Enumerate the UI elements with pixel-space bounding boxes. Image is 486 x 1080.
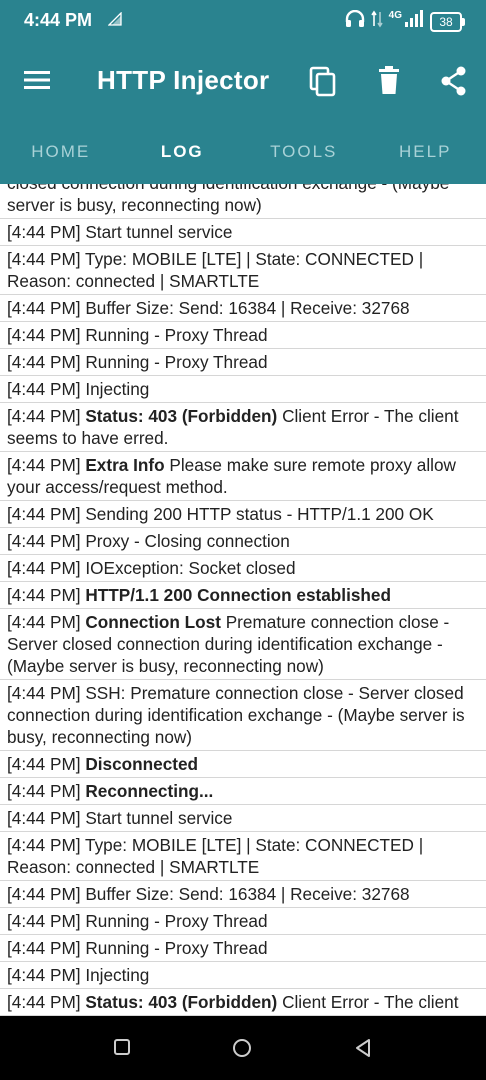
log-entry: [4:44 PM] Running - Proxy Thread	[0, 349, 486, 376]
delete-icon[interactable]	[376, 66, 408, 98]
log-timestamp: [4:44 PM]	[7, 911, 81, 931]
log-entry: [4:44 PM] Start tunnel service	[0, 805, 486, 832]
log-timestamp: [4:44 PM]	[7, 325, 81, 345]
tab-help[interactable]: HELP	[365, 120, 486, 184]
data-arrows-icon	[370, 10, 383, 33]
log-timestamp: [4:44 PM]	[7, 992, 81, 1012]
log-entry: [4:44 PM] Sending 200 HTTP status - HTTP…	[0, 501, 486, 528]
network-type: 4G	[388, 10, 402, 21]
log-highlight: Status: 403 (Forbidden)	[85, 406, 278, 426]
menu-icon[interactable]	[24, 70, 50, 95]
log-timestamp: [4:44 PM]	[7, 298, 81, 318]
log-timestamp: [4:44 PM]	[7, 406, 81, 426]
log-entry: [4:44 PM] Running - Proxy Thread	[0, 935, 486, 962]
log-entry: [4:44 PM] Buffer Size: Send: 16384 | Rec…	[0, 295, 486, 322]
battery-icon: 38	[430, 11, 465, 32]
log-highlight: Status: 403 (Forbidden)	[85, 992, 278, 1012]
log-message: Running - Proxy Thread	[85, 325, 268, 345]
log-highlight: HTTP/1.1 200 Connection established	[85, 585, 391, 605]
log-entry: [4:44 PM] Injecting	[0, 962, 486, 989]
log-message: Client Error - The client	[282, 992, 459, 1012]
status-bar: 4:44 PM 4G 38	[0, 0, 486, 44]
log-timestamp: [4:44 PM]	[7, 612, 81, 632]
log-message: Buffer Size: Send: 16384 | Receive: 3276…	[85, 298, 410, 318]
log-timestamp: [4:44 PM]	[7, 455, 81, 475]
log-message: Start tunnel service	[85, 222, 233, 242]
tab-log[interactable]: LOG	[122, 120, 244, 184]
navigation-bar	[0, 1016, 486, 1080]
log-timestamp: [4:44 PM]	[7, 531, 81, 551]
tab-bar: HOME LOG TOOLS HELP	[0, 120, 486, 184]
tab-tools[interactable]: TOOLS	[243, 120, 365, 184]
log-entry: [4:44 PM] Connection Lost Premature conn…	[0, 609, 486, 680]
log-timestamp: [4:44 PM]	[7, 558, 81, 578]
log-message: Proxy - Closing connection	[85, 531, 290, 551]
log-entry: [4:44 PM] Buffer Size: Send: 16384 | Rec…	[0, 881, 486, 908]
log-entry: [4:44 PM] Running - Proxy Thread	[0, 322, 486, 349]
log-timestamp: [4:44 PM]	[7, 884, 81, 904]
log-message: Running - Proxy Thread	[85, 352, 268, 372]
log-highlight: Reconnecting...	[85, 781, 214, 801]
log-message: closed connection during identification …	[7, 184, 449, 215]
log-timestamp: [4:44 PM]	[7, 938, 81, 958]
status-time: 4:44 PM	[24, 10, 93, 30]
log-timestamp: [4:44 PM]	[7, 585, 81, 605]
log-entry: [4:44 PM] SSH: Premature connection clos…	[0, 680, 486, 751]
log-entry: [4:44 PM] Status: 403 (Forbidden) Client…	[0, 989, 486, 1016]
back-triangle-icon[interactable]	[353, 1038, 373, 1063]
log-timestamp: [4:44 PM]	[7, 808, 81, 828]
log-entry: [4:44 PM] HTTP/1.1 200 Connection establ…	[0, 582, 486, 609]
log-message: Injecting	[85, 379, 150, 399]
log-timestamp: [4:44 PM]	[7, 352, 81, 372]
app-title: HTTP Injector	[97, 65, 270, 95]
copy-icon[interactable]	[308, 66, 340, 98]
log-timestamp: [4:44 PM]	[7, 965, 81, 985]
log-message: Start tunnel service	[85, 808, 233, 828]
log-entry: [4:44 PM] Extra Info Please make sure re…	[0, 452, 486, 501]
log-entry: [4:44 PM] Start tunnel service	[0, 219, 486, 246]
log-message: Sending 200 HTTP status - HTTP/1.1 200 O…	[85, 504, 434, 524]
log-entry: closed connection during identification …	[0, 184, 486, 219]
log-message: Running - Proxy Thread	[85, 911, 268, 931]
log-timestamp: [4:44 PM]	[7, 249, 81, 269]
lte-signal-icon	[404, 10, 424, 33]
headphones-icon	[345, 9, 365, 33]
log-timestamp: [4:44 PM]	[7, 835, 81, 855]
log-message: IOException: Socket closed	[85, 558, 296, 578]
log-timestamp: [4:44 PM]	[7, 754, 81, 774]
log-entry: [4:44 PM] Proxy - Closing connection	[0, 528, 486, 555]
recents-square-icon[interactable]	[113, 1038, 131, 1061]
log-highlight: Connection Lost	[85, 612, 221, 632]
log-timestamp: [4:44 PM]	[7, 379, 81, 399]
app-bar: HTTP Injector	[0, 44, 486, 120]
log-timestamp: [4:44 PM]	[7, 222, 81, 242]
tab-home[interactable]: HOME	[0, 120, 122, 184]
log-highlight: Disconnected	[85, 754, 199, 774]
log-message: Buffer Size: Send: 16384 | Receive: 3276…	[85, 884, 410, 904]
log-entry: [4:44 PM] IOException: Socket closed	[0, 555, 486, 582]
log-entry: [4:44 PM] Reconnecting...	[0, 778, 486, 805]
signal-small-icon	[107, 11, 122, 31]
log-message: Injecting	[85, 965, 150, 985]
share-icon[interactable]	[440, 66, 472, 98]
log-timestamp: [4:44 PM]	[7, 683, 81, 703]
log-entry: [4:44 PM] Type: MOBILE [LTE] | State: CO…	[0, 246, 486, 295]
log-highlight: Extra Info	[85, 455, 165, 475]
home-circle-icon[interactable]	[232, 1038, 252, 1063]
log-timestamp: [4:44 PM]	[7, 504, 81, 524]
log-entry: [4:44 PM] Running - Proxy Thread	[0, 908, 486, 935]
log-scroll-content: closed connection during identification …	[0, 184, 486, 1016]
log-list[interactable]: closed connection during identification …	[0, 184, 486, 1016]
log-entry: [4:44 PM] Injecting	[0, 376, 486, 403]
log-message: Running - Proxy Thread	[85, 938, 268, 958]
log-entry: [4:44 PM] Type: MOBILE [LTE] | State: CO…	[0, 832, 486, 881]
log-timestamp: [4:44 PM]	[7, 781, 81, 801]
log-entry: [4:44 PM] Disconnected	[0, 751, 486, 778]
log-entry: [4:44 PM] Status: 403 (Forbidden) Client…	[0, 403, 486, 452]
